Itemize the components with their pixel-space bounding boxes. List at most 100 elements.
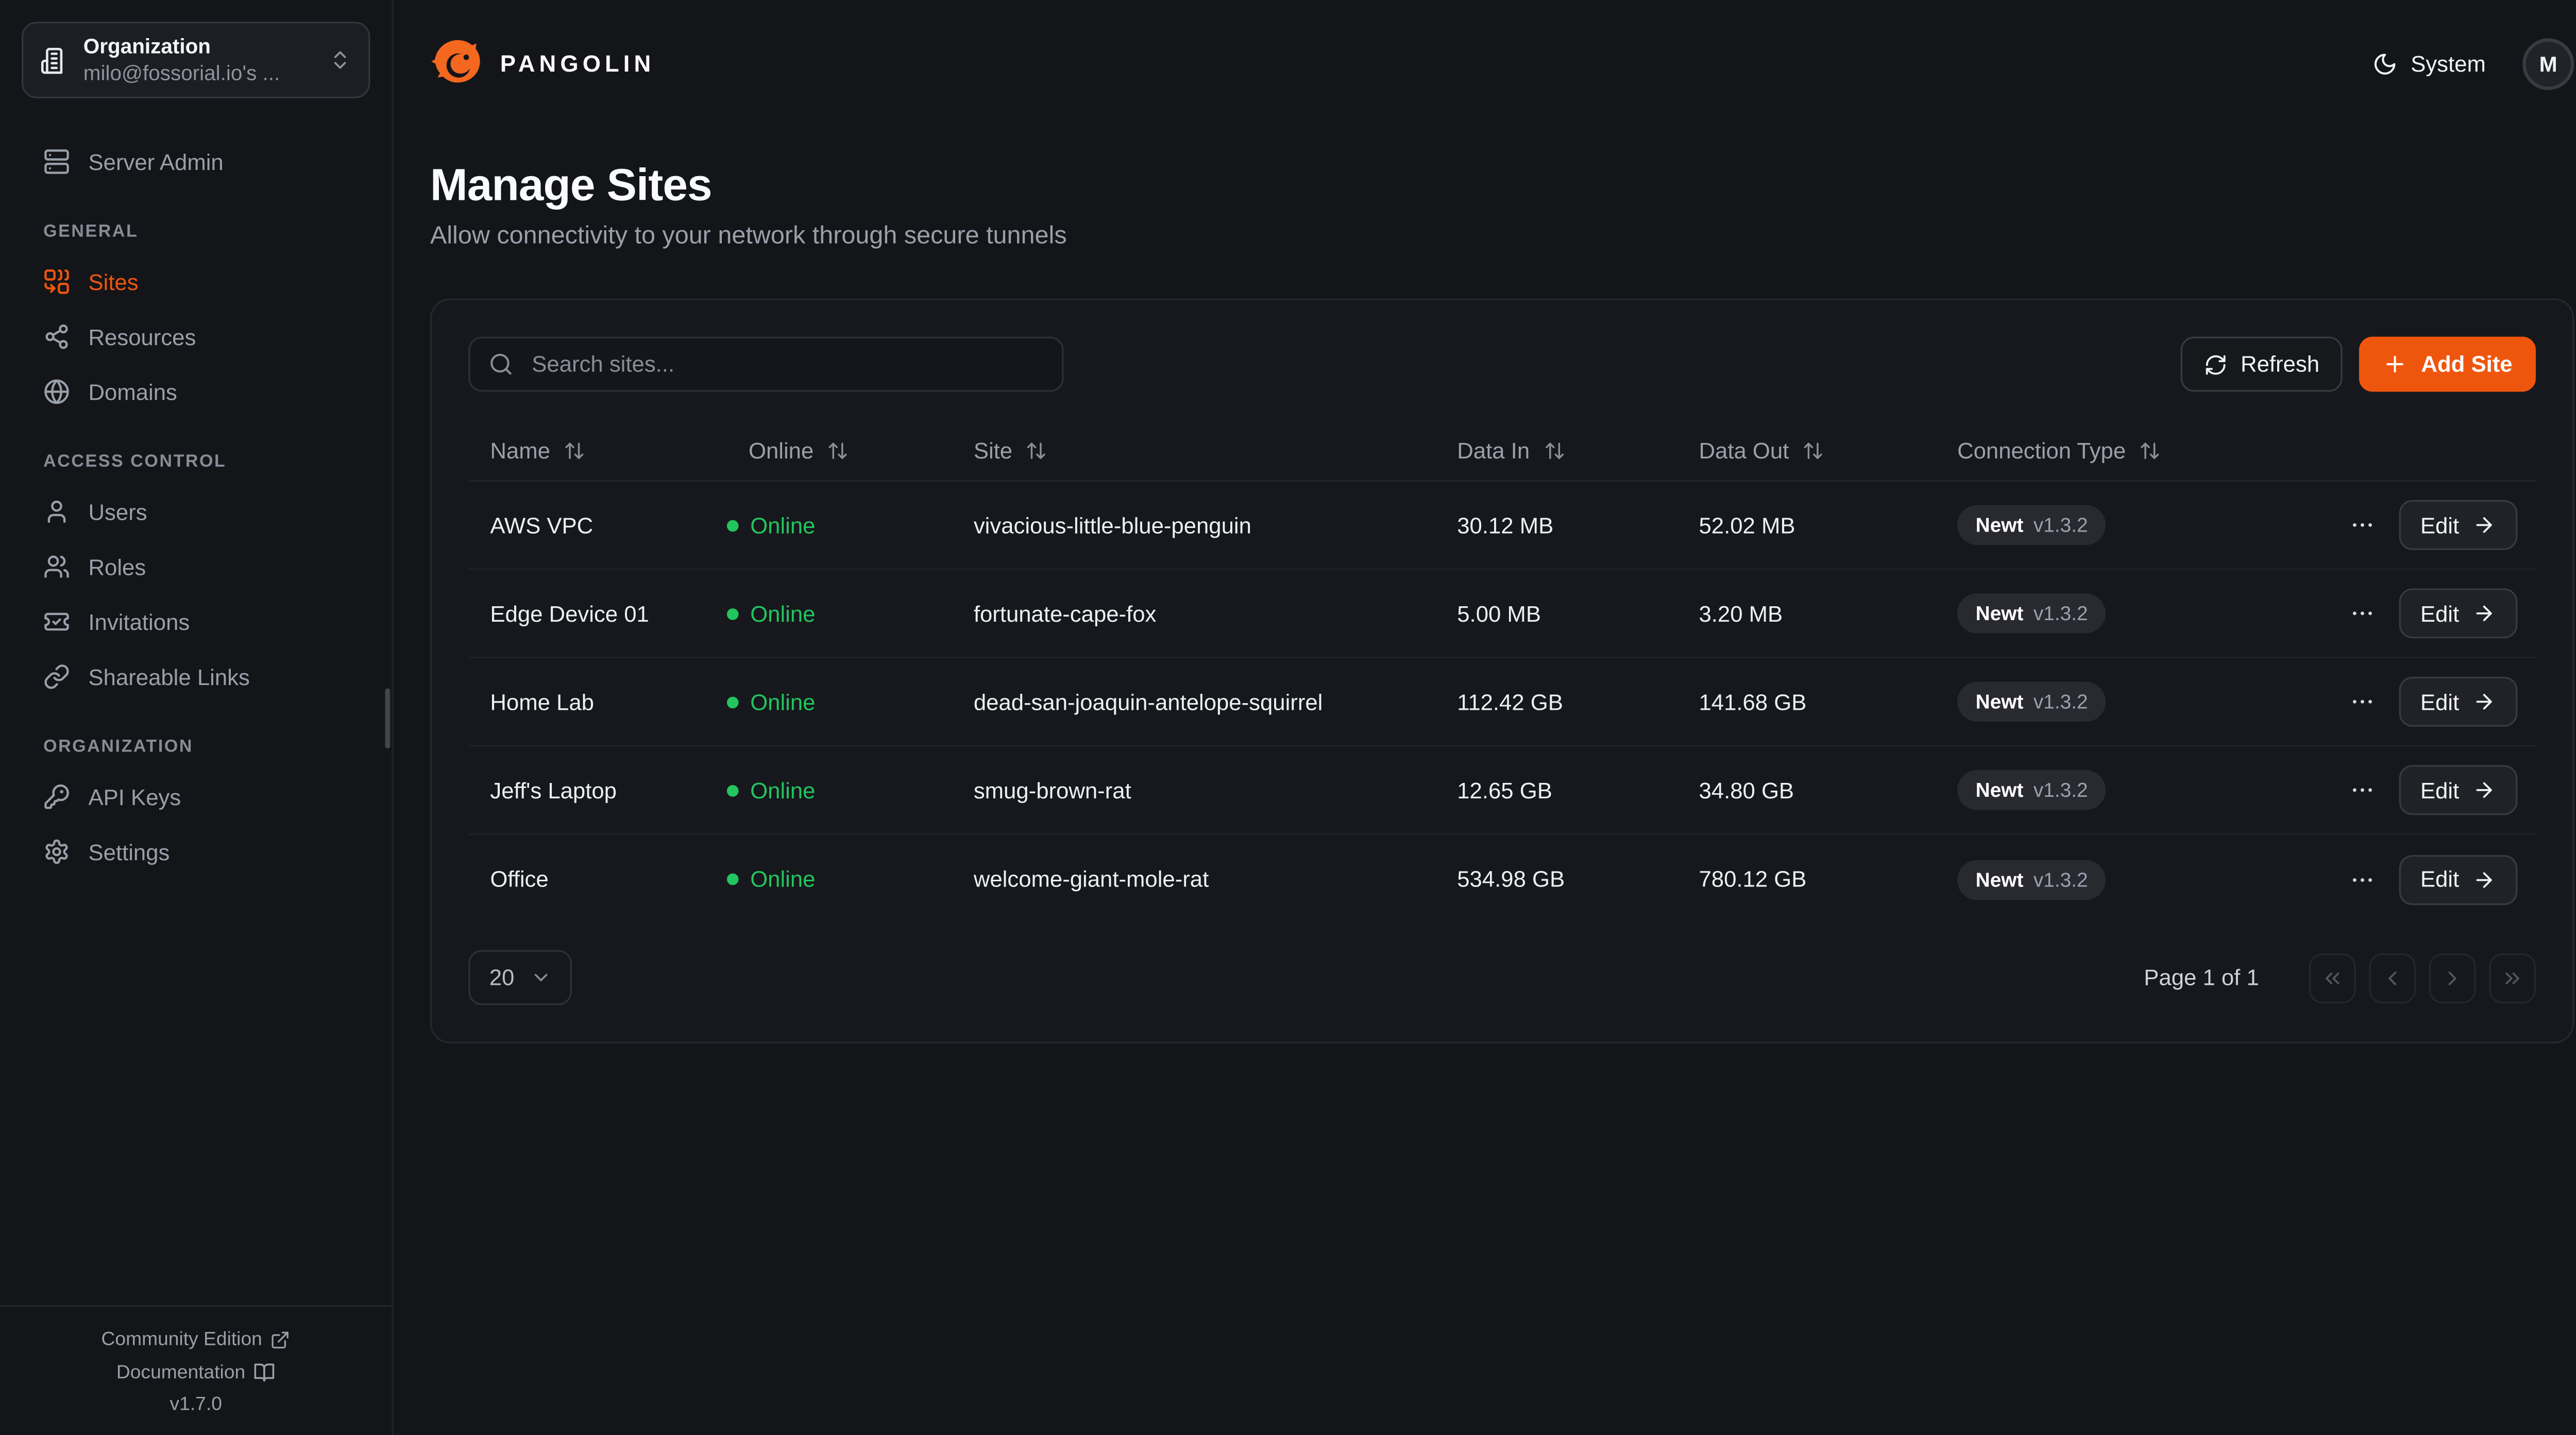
site-name-cell: Jeff's Laptop xyxy=(468,778,727,803)
edit-button[interactable]: Edit xyxy=(2399,677,2518,727)
add-site-label: Add Site xyxy=(2421,352,2512,377)
column-header-name[interactable]: Name xyxy=(468,438,727,464)
online-status-cell: Online xyxy=(727,778,952,803)
chevrons-up-down-icon xyxy=(328,48,351,72)
row-menu-button[interactable] xyxy=(2345,508,2379,542)
sidebar-item-domains[interactable]: Domains xyxy=(22,368,370,415)
row-menu-button[interactable] xyxy=(2345,774,2379,807)
tunnel-name-cell: dead-san-joaquin-antelope-squirrel xyxy=(952,689,1435,714)
add-site-button[interactable]: Add Site xyxy=(2360,337,2536,392)
column-header-data-out[interactable]: Data Out xyxy=(1677,438,1936,464)
page-status: Page 1 of 1 xyxy=(2144,965,2259,990)
resources-icon xyxy=(43,323,70,350)
sidebar-item-shareable-links[interactable]: Shareable Links xyxy=(22,654,370,701)
arrow-right-icon xyxy=(2472,690,2496,713)
sidebar-item-sites[interactable]: Sites xyxy=(22,259,370,305)
data-in-cell: 112.42 GB xyxy=(1435,689,1677,714)
external-link-icon xyxy=(270,1330,291,1350)
connection-type-badge: Newt v1.3.2 xyxy=(1957,505,2106,545)
search-input[interactable] xyxy=(529,350,1044,379)
sidebar-item-invitations[interactable]: Invitations xyxy=(22,599,370,645)
sidebar-item-label: Shareable Links xyxy=(89,664,250,690)
sidebar-item-settings[interactable]: Settings xyxy=(22,828,370,875)
sidebar-item-label: API Keys xyxy=(89,784,181,810)
site-name-cell: Home Lab xyxy=(468,689,727,714)
refresh-button[interactable]: Refresh xyxy=(2181,337,2343,392)
online-status-cell: Online xyxy=(727,601,952,626)
org-subtitle: milo@fossorial.io's ... xyxy=(83,61,314,86)
online-label: Online xyxy=(750,778,815,803)
sites-table: Name Online Site Data In xyxy=(468,422,2536,924)
column-label: Data Out xyxy=(1699,438,1789,464)
sidebar-item-server-admin[interactable]: Server Admin xyxy=(22,139,370,185)
arrow-right-icon xyxy=(2472,514,2496,537)
row-menu-button[interactable] xyxy=(2345,596,2379,630)
online-dot xyxy=(727,519,739,531)
previous-page-button[interactable] xyxy=(2369,952,2416,1002)
edit-label: Edit xyxy=(2420,689,2459,714)
column-header-online[interactable]: Online xyxy=(727,438,952,464)
column-header-site[interactable]: Site xyxy=(952,438,1435,464)
row-menu-button[interactable] xyxy=(2345,685,2379,719)
sidebar-item-label: Invitations xyxy=(89,609,190,635)
community-edition-link[interactable]: Community Edition xyxy=(101,1330,291,1350)
sidebar-item-users[interactable]: Users xyxy=(22,488,370,535)
online-dot xyxy=(727,784,739,796)
search-icon xyxy=(488,352,514,377)
connection-type-badge: Newt v1.3.2 xyxy=(1957,682,2106,722)
table-row: Edge Device 01 Online fortunate-cape-fox… xyxy=(468,570,2536,659)
edit-button[interactable]: Edit xyxy=(2399,500,2518,550)
sidebar-item-resources[interactable]: Resources xyxy=(22,313,370,360)
brand-name: PANGOLIN xyxy=(500,50,655,77)
badge-type: Newt xyxy=(1976,602,2024,625)
page-subtitle: Allow connectivity to your network throu… xyxy=(430,221,2574,251)
sidebar-item-roles[interactable]: Roles xyxy=(22,543,370,590)
tunnel-name-cell: welcome-giant-mole-rat xyxy=(952,867,1435,892)
connection-type-cell: Newt v1.3.2 xyxy=(1936,593,2327,634)
next-page-button[interactable] xyxy=(2429,952,2476,1002)
refresh-label: Refresh xyxy=(2241,352,2319,377)
app: Organization milo@fossorial.io's ... Ser… xyxy=(0,0,2576,1435)
column-label: Data In xyxy=(1457,438,1530,464)
badge-version: v1.3.2 xyxy=(2033,514,2088,537)
row-actions: Edit xyxy=(2327,677,2536,727)
gear-icon xyxy=(43,839,70,865)
theme-toggle[interactable]: System xyxy=(2372,51,2486,76)
badge-type: Newt xyxy=(1976,867,2024,891)
ticket-icon xyxy=(43,608,70,635)
main-content: PANGOLIN System M Manage Sites Allow con… xyxy=(394,0,2576,1435)
sidebar-item-api-keys[interactable]: API Keys xyxy=(22,774,370,821)
topbar: PANGOLIN System M xyxy=(430,30,2574,96)
sidebar-item-label: Server Admin xyxy=(89,149,224,175)
table-row: AWS VPC Online vivacious-little-blue-pen… xyxy=(468,482,2536,570)
row-actions: Edit xyxy=(2327,765,2536,815)
org-title: Organization xyxy=(83,34,314,59)
table-row: Office Online welcome-giant-mole-rat 534… xyxy=(468,835,2536,924)
sort-icon xyxy=(1026,440,1047,462)
avatar[interactable]: M xyxy=(2522,38,2574,89)
documentation-link[interactable]: Documentation xyxy=(116,1362,276,1383)
chevrons-right-icon xyxy=(2501,966,2524,989)
edit-button[interactable]: Edit xyxy=(2399,588,2518,638)
first-page-button[interactable] xyxy=(2309,952,2356,1002)
ellipsis-icon xyxy=(2349,866,2376,893)
section-label-organization: ORGANIZATION xyxy=(43,737,370,757)
badge-version: v1.3.2 xyxy=(2033,778,2088,801)
column-header-connection-type[interactable]: Connection Type xyxy=(1936,438,2327,464)
tunnel-name-cell: fortunate-cape-fox xyxy=(952,601,1435,626)
online-label: Online xyxy=(750,867,815,892)
edit-button[interactable]: Edit xyxy=(2399,854,2518,904)
table-body: AWS VPC Online vivacious-little-blue-pen… xyxy=(468,482,2536,924)
column-header-data-in[interactable]: Data In xyxy=(1435,438,1677,464)
building-icon xyxy=(40,46,69,74)
chevrons-left-icon xyxy=(2321,966,2344,989)
org-picker[interactable]: Organization milo@fossorial.io's ... xyxy=(22,22,370,98)
online-label: Online xyxy=(750,601,815,626)
data-out-cell: 3.20 MB xyxy=(1677,601,1936,626)
ellipsis-icon xyxy=(2349,600,2376,627)
page-size-select[interactable]: 20 xyxy=(468,950,572,1005)
row-menu-button[interactable] xyxy=(2345,863,2379,896)
last-page-button[interactable] xyxy=(2489,952,2536,1002)
sidebar-scrollbar[interactable] xyxy=(385,688,391,748)
edit-button[interactable]: Edit xyxy=(2399,765,2518,815)
